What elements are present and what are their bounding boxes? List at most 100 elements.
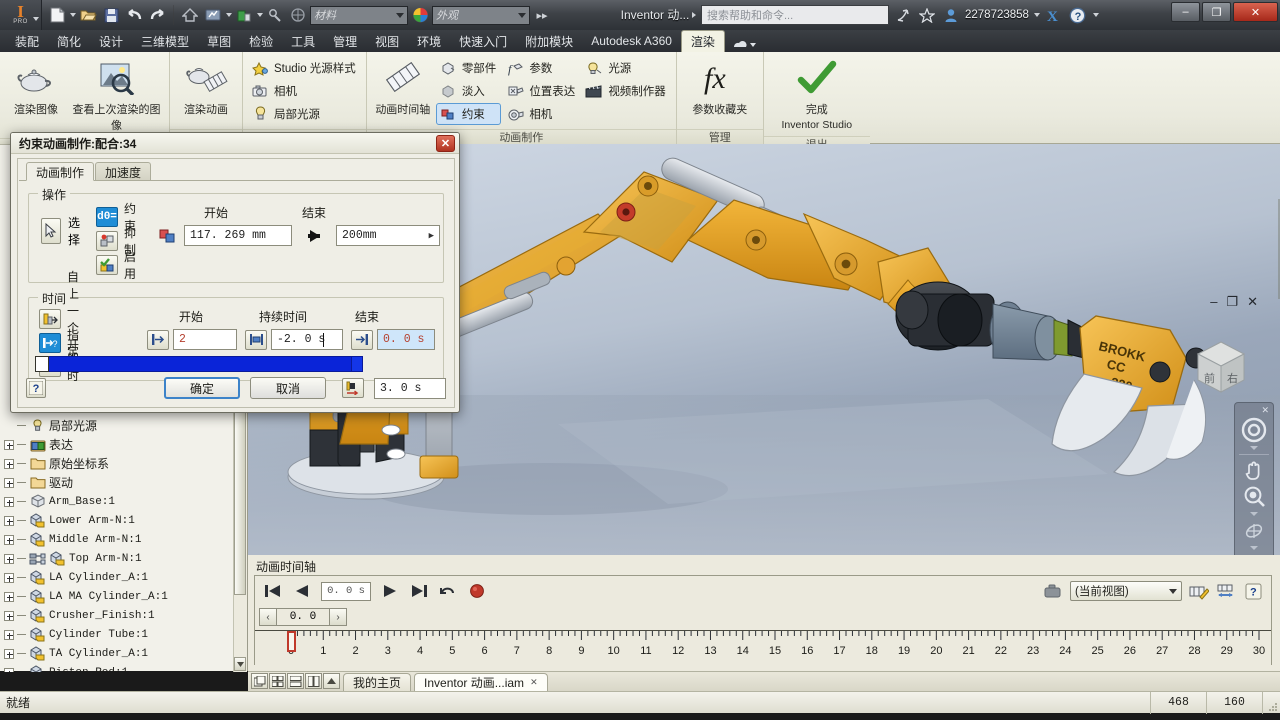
local-light-button[interactable]: 局部光源 [248,103,361,125]
user-icon[interactable] [941,5,961,25]
tree-item-7[interactable]: Top Arm-N:1 [0,549,234,568]
timeline-current-time-field[interactable]: 0. 0 s [321,582,371,601]
tree-scroll-down-button[interactable] [234,657,246,671]
time-mode-from-previous-button[interactable] [39,309,61,329]
ribbon-tab-9[interactable]: 环境 [408,31,450,52]
tree-item-4[interactable]: Arm_Base:1 [0,492,234,511]
material-combo[interactable]: 材料 [310,6,408,25]
light-style-button[interactable]: Studio 光源样式 [248,57,361,79]
ribbon-tab-2[interactable]: 设计 [90,31,132,52]
tree-expand-icon[interactable] [4,459,14,469]
doc-tab-close-icon[interactable]: ✕ [530,677,538,688]
tree-item-3[interactable]: 驱动 [0,473,234,492]
save-icon[interactable] [100,4,122,26]
position-rep-button[interactable]: 位置表达 [503,80,580,102]
tree-expand-icon[interactable] [4,649,14,659]
operation-end-chevron-icon[interactable]: ▶ [429,231,434,241]
material-chevron-icon[interactable] [257,13,263,17]
play-button[interactable] [380,581,400,601]
tree-expand-icon[interactable] [4,611,14,621]
time-duration-field[interactable]: -2. 0 s [271,329,343,350]
camera-icon[interactable] [1043,581,1063,601]
timeline-nav-value[interactable]: 0. 0 [277,608,329,626]
steering-wheel-chevron-icon[interactable] [1237,443,1271,451]
tree-item-6[interactable]: Middle Arm-N:1 [0,530,234,549]
dialog-close-button[interactable]: ✕ [436,135,455,152]
ribbon-tab-6[interactable]: 工具 [282,31,324,52]
qat-overflow-button[interactable]: ▸▸ [531,4,553,26]
resize-grip-icon[interactable] [1262,692,1280,714]
constraint-animate-dialog[interactable]: 约束动画制作:配合:34 ✕ 动画制作 加速度 操作 选择 [10,132,460,413]
navbar-close-icon[interactable]: ✕ [1261,405,1269,416]
fade-anim-button[interactable]: 淡入 [436,80,502,102]
dialog-title-bar[interactable]: 约束动画制作:配合:34 ✕ [11,133,459,154]
step-back-button[interactable] [292,581,312,601]
autodesk-x-icon[interactable]: X [1044,5,1064,25]
view-select-combo[interactable]: (当前视图) [1070,581,1182,601]
help-icon[interactable]: ? [1243,581,1263,601]
ribbon-tab-11[interactable]: 附加模块 [516,31,582,52]
doc-tab-assembly[interactable]: Inventor 动画...iam ✕ [414,673,548,691]
constraint-anim-button[interactable]: 约束 [436,103,502,125]
timeline-prev-button[interactable]: ‹ [259,608,277,626]
favorites-icon[interactable] [917,5,937,25]
view-cube[interactable]: 前 右 [1190,336,1252,398]
dialog-tab-animate[interactable]: 动画制作 [26,162,94,181]
exchange-icon[interactable] [893,5,913,25]
appearance-combo[interactable]: 外观 [432,6,530,25]
tabs-collapse-button[interactable] [323,673,340,689]
tree-item-8[interactable]: LA Cylinder_A:1 [0,568,234,587]
tree-item-13[interactable]: Piston_Rod:1 [0,663,234,672]
mode-constraint-button[interactable]: d0= [96,207,118,227]
minimize-button[interactable]: – [1171,2,1200,22]
time-slider-end-handle[interactable] [351,356,363,372]
ribbon-tab-4[interactable]: 草图 [198,31,240,52]
record-button[interactable] [467,581,487,601]
search-expand-chevron-icon[interactable] [692,12,696,18]
tree-expand-icon[interactable] [4,478,14,488]
search-input[interactable]: 搜索帮助和命令... [701,5,889,25]
look-at-icon[interactable] [1237,552,1271,555]
render-animation-button[interactable]: 渲染动画 [175,55,237,119]
tree-expand-icon[interactable] [4,554,14,564]
finish-studio-button[interactable]: 完成 Inventor Studio [769,55,865,133]
operation-end-field[interactable]: 200mm ▶ [336,225,440,246]
new-file-icon[interactable] [46,4,68,26]
time-start-icon-button[interactable] [147,330,169,350]
light-anim-button[interactable]: 光源 [582,57,671,79]
orbit-icon[interactable] [1237,518,1271,544]
operation-start-field[interactable]: 117. 269 mm [184,225,292,246]
tree-item-1[interactable]: 表达 [0,435,234,454]
time-duration-icon-button[interactable] [245,330,267,350]
dialog-help-button[interactable]: ? [26,378,46,398]
help-icon[interactable]: ? [1068,5,1088,25]
ribbon-panel-overflow-button[interactable] [725,37,764,52]
go-to-start-button[interactable] [263,581,283,601]
tree-item-2[interactable]: 原始坐标系 [0,454,234,473]
material-swatch-icon[interactable] [233,4,255,26]
undo-icon[interactable] [123,4,145,26]
dialog-tab-acceleration[interactable]: 加速度 [95,162,151,180]
user-id-label[interactable]: 2278723858 [965,9,1029,21]
time-end-field[interactable]: 0. 0 s [377,329,435,350]
maximize-button[interactable]: ❐ [1202,2,1231,22]
cancel-button[interactable]: 取消 [250,377,326,399]
application-menu-button[interactable]: I PRO [0,0,42,30]
animation-timeline-button[interactable]: 动画时间轴 [372,55,434,119]
component-anim-button[interactable]: 零部件 [436,57,502,79]
tree-item-5[interactable]: Lower Arm-N:1 [0,511,234,530]
tree-item-10[interactable]: Crusher_Finish:1 [0,606,234,625]
parameter-favorites-button[interactable]: fx 参数收藏夹 [689,55,751,119]
ribbon-tab-12[interactable]: Autodesk A360 [582,31,681,52]
redo-icon[interactable] [146,4,168,26]
horizontal-split-button[interactable] [287,673,304,689]
total-time-icon-button[interactable] [342,378,364,398]
total-time-field[interactable]: 3. 0 s [374,378,446,399]
steering-wheel-icon[interactable] [1237,417,1271,443]
doc-restore-button[interactable]: ❐ [1226,294,1238,310]
edit-action-icon[interactable] [1189,581,1209,601]
time-range-slider[interactable] [35,356,363,372]
doc-minimize-button[interactable]: – [1210,294,1217,310]
vertical-split-button[interactable] [305,673,322,689]
doc-tab-home[interactable]: 我的主页 [343,673,411,691]
